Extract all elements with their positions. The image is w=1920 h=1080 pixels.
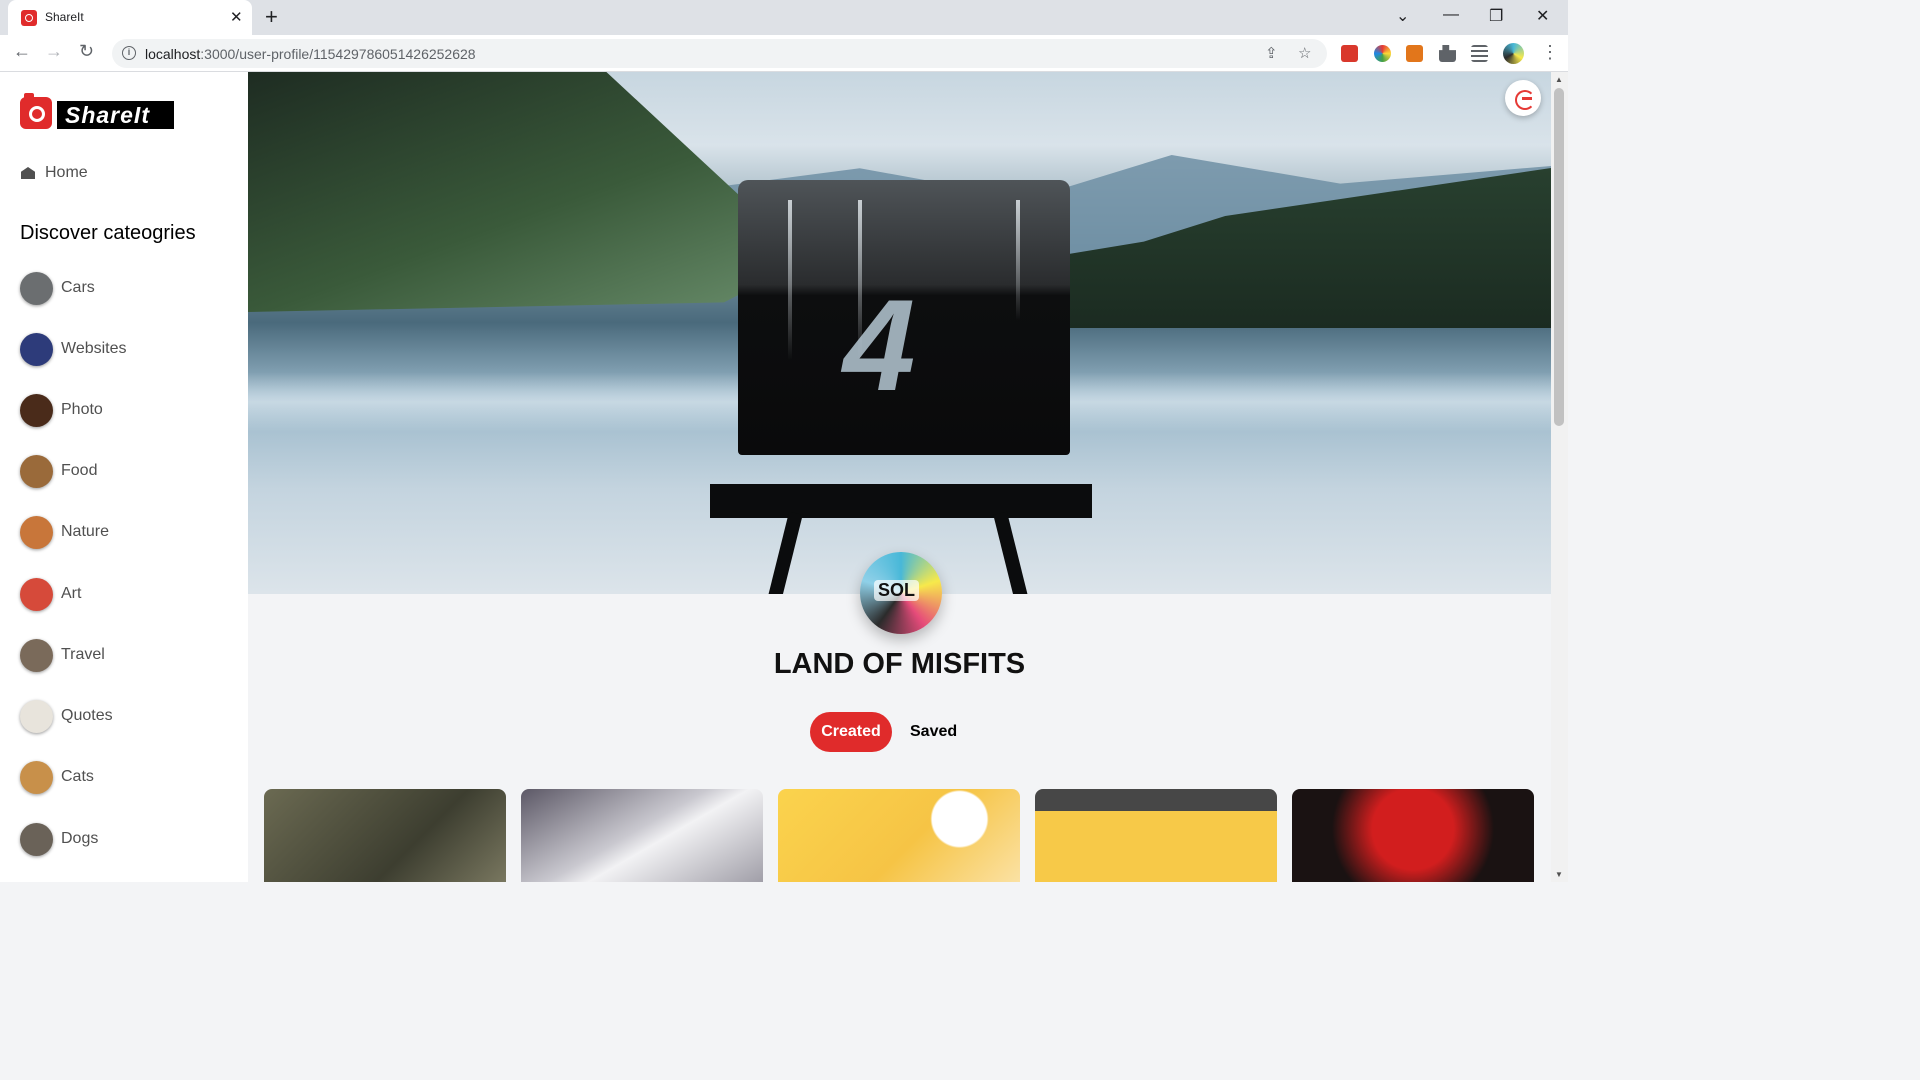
maximize-button[interactable]: ❐ (1489, 6, 1503, 26)
photo-thumbnail (20, 394, 53, 427)
tab-title: ShareIt (45, 10, 84, 24)
banner-left-hill (248, 72, 808, 312)
shareit-favicon-icon (21, 10, 37, 26)
browser-tab-strip: ShareIt ✕ + ⌄ — ❐ ✕ (0, 0, 1568, 35)
sidebar-item-label: Quotes (61, 707, 113, 724)
cats-thumbnail (20, 761, 53, 794)
site-info-icon[interactable]: i (122, 46, 136, 60)
sidebar-item-label: Photo (61, 401, 103, 418)
sidebar-item-art[interactable]: Art (20, 578, 220, 612)
user-avatar (860, 552, 942, 634)
bookmark-star-icon[interactable]: ☆ (1298, 44, 1311, 62)
profile-banner-image: 4 (248, 72, 1551, 594)
url-text[interactable]: localhost:3000/user-profile/115429786051… (145, 46, 476, 62)
websites-thumbnail (20, 333, 53, 366)
close-window-button[interactable]: ✕ (1536, 6, 1549, 26)
color-picker-extension-icon[interactable] (1374, 45, 1391, 62)
forward-button[interactable]: → (45, 41, 63, 62)
cars-thumbnail (20, 272, 53, 305)
page-scrollbar[interactable]: ▲ ▼ (1551, 72, 1568, 882)
tab-search-chevron-icon[interactable]: ⌄ (1396, 6, 1409, 26)
art-thumbnail (20, 578, 53, 611)
pin-soldiers-image[interactable] (264, 789, 506, 882)
quotes-thumbnail (20, 700, 53, 733)
sidebar-item-quotes[interactable]: Quotes (20, 700, 220, 734)
sidebar-item-dogs[interactable]: Dogs (20, 823, 220, 857)
travel-thumbnail (20, 639, 53, 672)
board-number: 4 (843, 272, 916, 418)
pin-laptop-image[interactable] (521, 789, 763, 882)
home-icon (21, 167, 35, 179)
sidebar-item-cats[interactable]: Cats (20, 761, 220, 795)
pin-sol-logo-image[interactable] (1292, 789, 1534, 882)
pin-landing-page-image[interactable] (1035, 789, 1277, 882)
sidebar-item-label: Food (61, 462, 98, 479)
sidebar-item-photo[interactable]: Photo (20, 394, 220, 428)
logo-text: ShareIt (57, 101, 174, 129)
sidebar-item-websites[interactable]: Websites (20, 333, 220, 367)
extension-1-icon[interactable] (1341, 45, 1358, 62)
food-thumbnail (20, 455, 53, 488)
minimize-button[interactable]: — (1443, 6, 1459, 24)
easel-leg (767, 511, 803, 594)
sidebar-item-nature[interactable]: Nature (20, 516, 220, 550)
sidebar: ShareIt Home Discover cateogries Cars We… (0, 72, 248, 882)
banner-easel-board: 4 (738, 180, 1070, 455)
reload-button[interactable]: ↻ (79, 41, 94, 62)
easel-leg (993, 511, 1029, 594)
scroll-up-arrow-icon[interactable]: ▲ (1555, 75, 1563, 84)
discover-categories-heading: Discover cateogries (20, 222, 196, 244)
easel-crossbar (710, 484, 1092, 518)
pin-grid (264, 789, 1544, 882)
browser-tab[interactable]: ShareIt ✕ (8, 0, 252, 35)
profile-avatar-icon[interactable] (1503, 43, 1524, 64)
media-control-icon[interactable] (1471, 45, 1488, 62)
dogs-thumbnail (20, 823, 53, 856)
profile-tabs: Created Saved (810, 712, 970, 752)
sidebar-item-food[interactable]: Food (20, 455, 220, 489)
sidebar-item-label: Home (45, 164, 88, 181)
sidebar-item-cars[interactable]: Cars (20, 272, 220, 306)
metamask-extension-icon[interactable] (1406, 45, 1423, 62)
new-tab-button[interactable]: + (265, 4, 278, 30)
scroll-thumb[interactable] (1554, 88, 1564, 426)
sidebar-item-label: Travel (61, 646, 105, 663)
browser-menu-icon[interactable]: ⋮ (1541, 42, 1559, 63)
tab-created[interactable]: Created (810, 712, 892, 752)
profile-username: LAND OF MISFITS (773, 648, 1026, 680)
pin-juice-image[interactable] (778, 789, 1020, 882)
browser-toolbar: ← → ↻ i localhost:3000/user-profile/1154… (0, 35, 1568, 72)
share-icon[interactable]: ⇪ (1265, 44, 1278, 62)
camera-icon (20, 93, 52, 129)
sidebar-item-label: Cats (61, 768, 94, 785)
profile-page: 4 LAND OF MISFITS Created Saved (248, 72, 1551, 882)
paint-drip (1016, 200, 1020, 320)
extensions-puzzle-icon[interactable] (1439, 45, 1456, 62)
nature-thumbnail (20, 516, 53, 549)
scroll-down-arrow-icon[interactable]: ▼ (1555, 870, 1563, 879)
sidebar-item-label: Websites (61, 340, 127, 357)
sidebar-item-travel[interactable]: Travel (20, 639, 220, 673)
close-tab-icon[interactable]: ✕ (230, 8, 243, 26)
address-bar[interactable]: i localhost:3000/user-profile/1154297860… (112, 39, 1327, 68)
paint-drip (788, 200, 792, 360)
sidebar-item-label: Cars (61, 279, 95, 296)
tab-saved[interactable]: Saved (910, 712, 957, 752)
logout-button[interactable] (1505, 80, 1541, 116)
sidebar-item-label: Dogs (61, 830, 99, 847)
back-button[interactable]: ← (13, 41, 31, 62)
sidebar-item-label: Nature (61, 523, 110, 540)
sidebar-item-label: Art (61, 585, 82, 602)
